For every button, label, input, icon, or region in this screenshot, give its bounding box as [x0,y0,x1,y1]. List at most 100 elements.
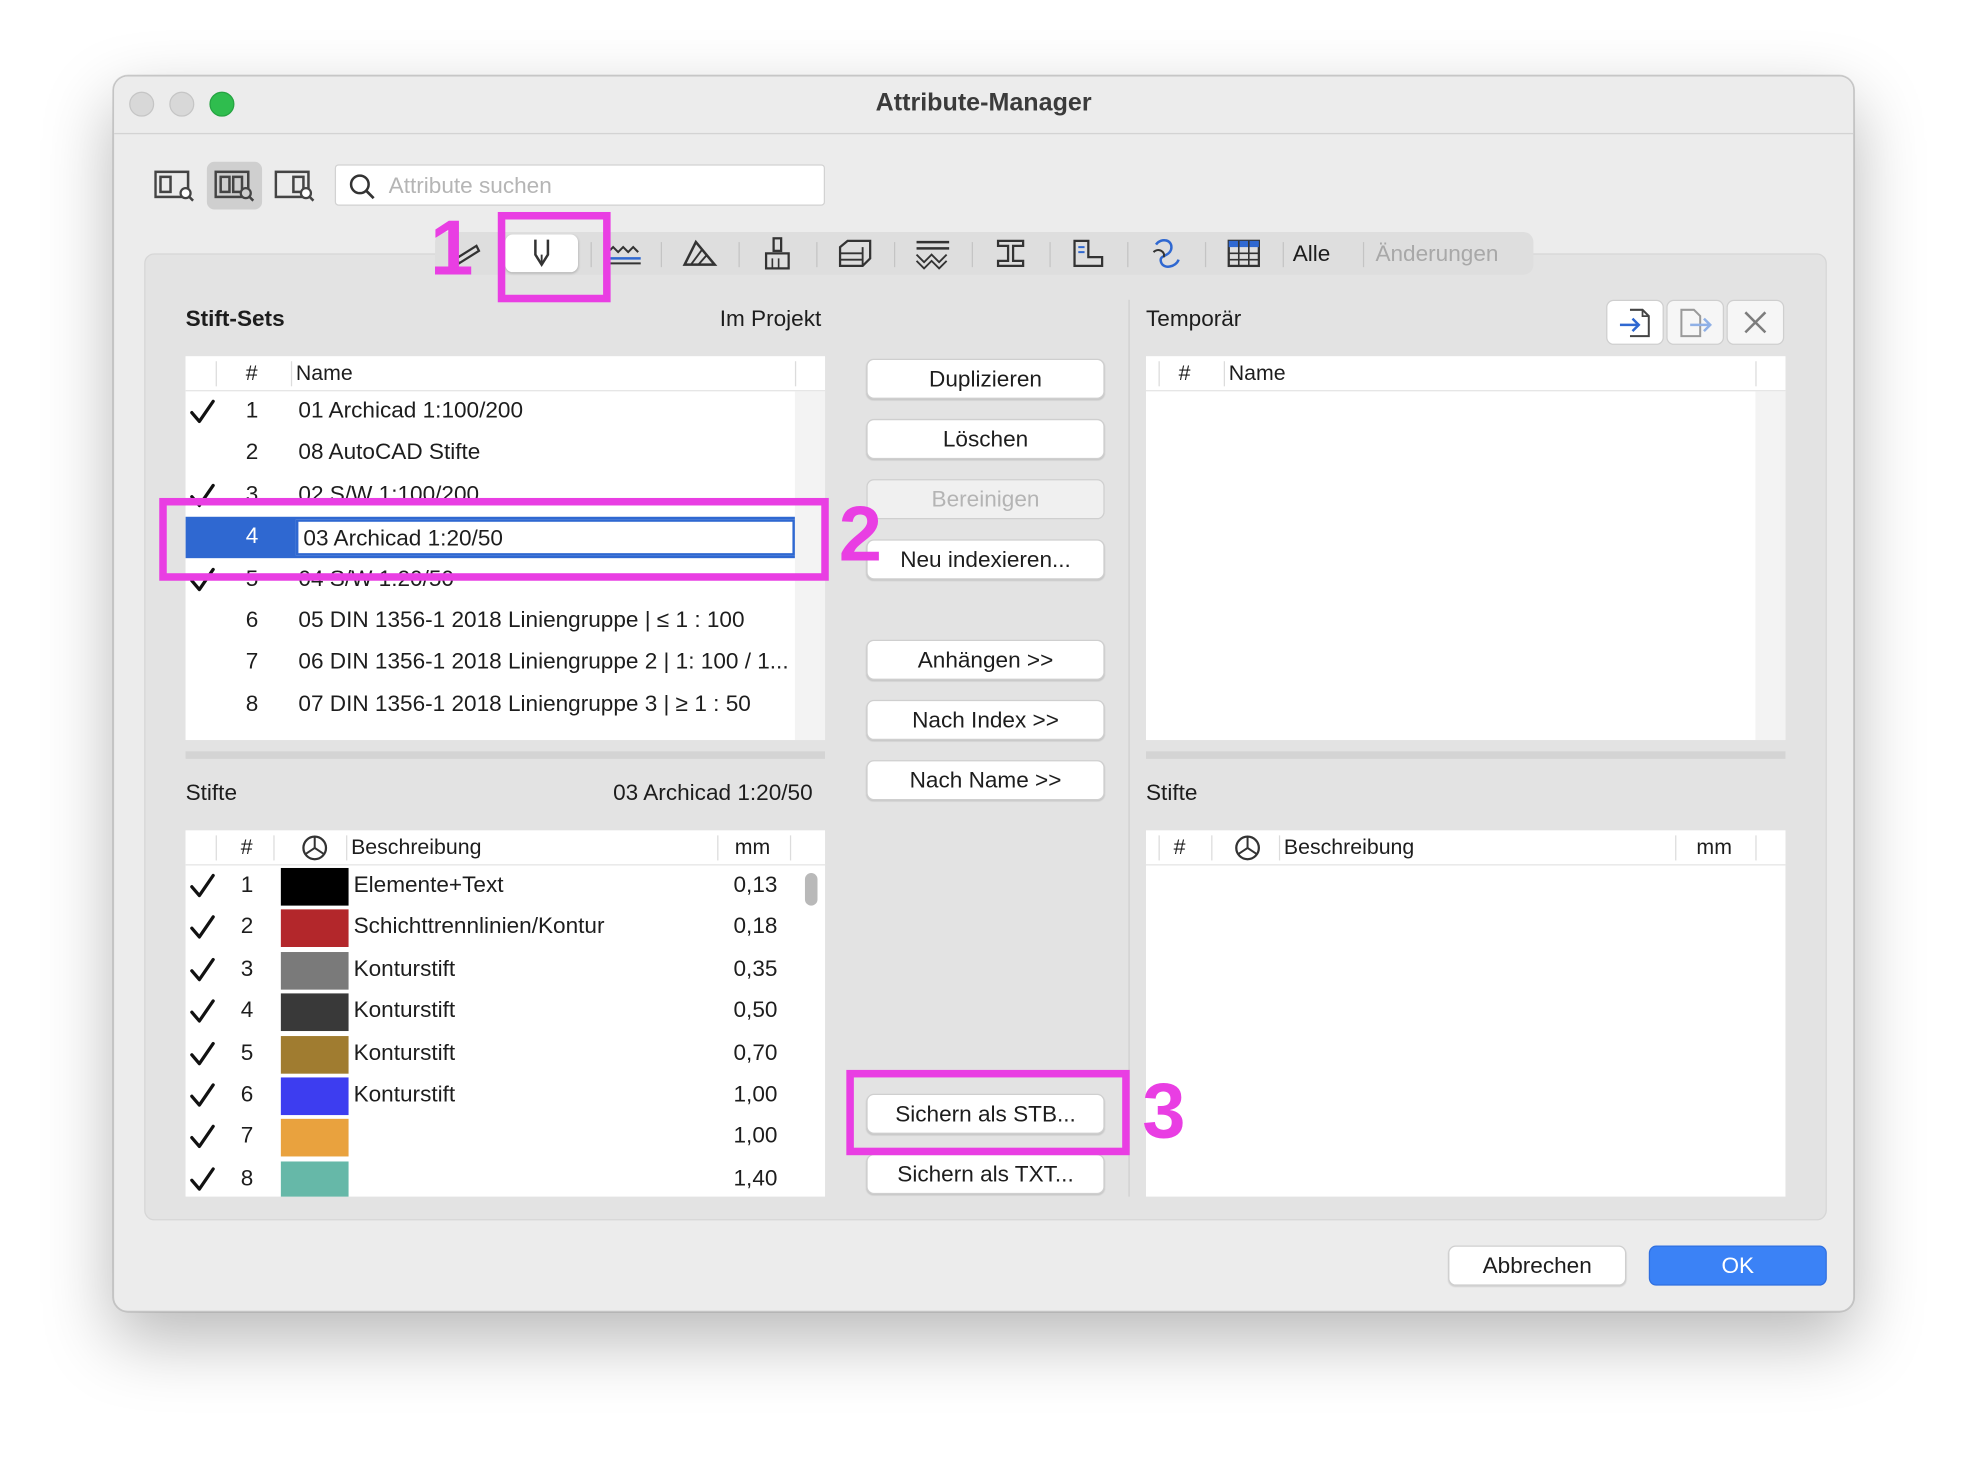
temporary-title: Temporär [1146,306,1242,332]
annotation-number-2: 2 [838,491,883,579]
pen-number: 8 [240,1164,254,1191]
pen-number: 1 [240,871,254,897]
tab-mep-systems[interactable] [1135,232,1198,275]
pen-color-swatch[interactable] [280,1161,349,1197]
split-handle-right[interactable] [1146,751,1786,759]
pen-set-row[interactable]: 1 01 Archicad 1:100/200 [186,391,795,432]
column-number[interactable]: # [241,835,253,860]
view-left-button[interactable] [147,162,202,210]
pen-description: Konturstift [353,1081,456,1107]
append-button[interactable]: Anhängen >> [866,639,1105,680]
temporary-header: # Name [1146,356,1786,392]
column-mm[interactable]: mm [735,835,771,860]
pen-row[interactable]: 6 Konturstift 1,00 [186,1075,798,1116]
search-icon [349,174,375,200]
column-number[interactable]: # [246,361,258,386]
pen-set-name: 05 DIN 1356-1 2018 Liniengruppe | ≤ 1 : … [298,607,745,633]
view-left-icon [154,170,194,202]
duplicate-button[interactable]: Duplizieren [866,358,1105,399]
pen-width: 1,00 [733,1081,778,1107]
pen-color-swatch[interactable] [280,1077,349,1116]
pen-number: 4 [240,997,254,1023]
zone-category-icon [1073,239,1104,268]
split-handle-left[interactable] [185,751,826,759]
pen-color-swatch[interactable] [280,909,349,948]
pen-set-row[interactable]: 7 06 DIN 1356-1 2018 Liniengruppe 2 | 1: … [186,643,795,684]
view-both-icon [214,170,255,202]
pen-set-row[interactable]: 8 07 DIN 1356-1 2018 Liniengruppe 3 | ≥ 1… [186,685,795,726]
tab-fills[interactable] [668,232,731,275]
tab-profiles-hatch[interactable] [902,232,965,275]
pen-row[interactable]: 2 Schichttrennlinien/Kontur 0,18 [186,907,798,948]
pen-sets-scope: Im Projekt [719,306,822,332]
pen-row[interactable]: 8 1,40 [186,1159,798,1197]
check-icon [188,997,216,1025]
pen-width: 0,13 [733,871,778,897]
fill-icon [682,239,718,266]
temporary-list: # Name [1146,356,1786,741]
check-icon [188,1123,216,1151]
by-index-button[interactable]: Nach Index >> [866,699,1105,741]
check-icon [188,1165,216,1193]
profile-hatch-icon [915,240,950,270]
pen-color-swatch[interactable] [280,1119,349,1157]
save-as-txt-button[interactable]: Sichern als TXT... [866,1153,1105,1195]
annotation-box-2 [159,497,829,581]
import-icon [1619,308,1650,338]
by-name-button[interactable]: Nach Name >> [866,760,1105,801]
pens-list: # Beschreibung mm 1 Elemente+Text 0,13 2 Sch… [185,830,826,1197]
pen-color-swatch[interactable] [280,951,349,990]
pen-color-swatch[interactable] [280,993,349,1032]
pen-row[interactable]: 5 Konturstift 0,70 [186,1033,798,1074]
pen-row[interactable]: 7 1,00 [186,1117,798,1158]
column-name[interactable]: Name [296,361,353,386]
pen-number: 5 [240,1039,254,1065]
tab-changes[interactable]: Änderungen [1375,241,1498,267]
cancel-button[interactable]: Abbrechen [1448,1245,1627,1286]
delete-button[interactable]: Löschen [866,418,1105,460]
attribute-manager-window: Attribute-Manager Attribute suchen Alle … [112,75,1855,1312]
temporary-scrollbar[interactable] [1755,391,1786,741]
pen-color-swatch[interactable] [280,867,349,906]
tab-composites[interactable] [824,232,887,275]
tab-all[interactable]: Alle [1293,241,1331,267]
pen-row[interactable]: 1 Elemente+Text 0,13 [186,865,798,906]
pen-set-row[interactable]: 6 05 DIN 1356-1 2018 Liniengruppe | ≤ 1 :… [186,601,795,642]
pen-set-number: 7 [245,648,259,675]
check-icon [188,914,216,942]
reindex-button[interactable]: Neu indexieren... [866,539,1105,580]
color-wheel-icon [1235,835,1260,861]
column-mm[interactable]: mm [1696,835,1732,860]
ok-button[interactable]: OK [1648,1245,1827,1286]
pen-description: Konturstift [353,1039,456,1065]
export-button[interactable] [1666,299,1725,345]
tab-profiles[interactable] [979,232,1042,275]
pens-scrollbar[interactable] [797,865,826,1197]
pen-set-number: 6 [245,607,259,633]
window-title: Attribute-Manager [875,89,1092,117]
column-description[interactable]: Beschreibung [1284,835,1414,860]
import-button[interactable] [1606,299,1664,345]
pen-row[interactable]: 4 Konturstift 0,50 [186,991,798,1032]
pen-sets-header: # Name [185,356,826,392]
pen-sets-title: Stift-Sets [185,306,285,332]
pens-title: Stifte [185,780,238,806]
column-number[interactable]: # [1174,835,1186,860]
pen-color-swatch[interactable] [280,1035,349,1074]
pens-scroll-thumb[interactable] [804,872,818,906]
tab-property-tables[interactable] [1212,232,1275,275]
tab-surfaces[interactable] [746,232,809,275]
purge-button[interactable]: Bereinigen [866,479,1105,520]
tab-zone-categories[interactable] [1057,232,1120,275]
search-input[interactable] [388,170,803,201]
column-name[interactable]: Name [1229,361,1286,386]
column-description[interactable]: Beschreibung [351,835,481,860]
pen-row[interactable]: 3 Konturstift 0,35 [186,949,798,990]
close-icon [1744,311,1767,334]
pens-header: # Beschreibung mm [185,830,826,866]
clear-temporary-button[interactable] [1726,299,1785,345]
view-both-button[interactable] [206,161,263,210]
pen-set-row[interactable]: 2 08 AutoCAD Stifte [186,433,795,474]
view-right-button[interactable] [267,162,322,210]
column-number[interactable]: # [1179,361,1191,386]
